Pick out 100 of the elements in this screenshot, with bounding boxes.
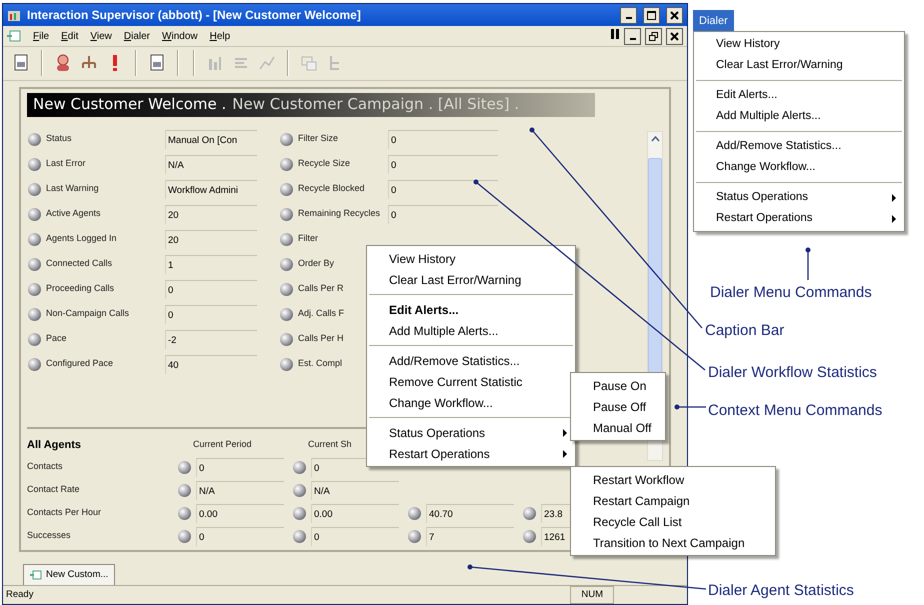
status-indicator-icon bbox=[279, 356, 294, 372]
menu-item[interactable]: View History bbox=[694, 34, 904, 55]
status-indicator-icon bbox=[27, 306, 42, 322]
callout-label: Dialer Agent Statistics bbox=[708, 581, 854, 601]
status-indicator-icon bbox=[279, 282, 294, 297]
stat-label: Connected Calls bbox=[46, 257, 114, 270]
status-indicator-icon bbox=[177, 460, 192, 475]
close-button[interactable] bbox=[666, 6, 683, 24]
menu-item[interactable]: Add/Remove Statistics... bbox=[367, 350, 575, 371]
status-indicator-icon bbox=[407, 506, 422, 521]
status-indicator-icon bbox=[27, 182, 42, 197]
stat-label: Proceeding Calls bbox=[46, 282, 116, 296]
row-label: Contact Rate bbox=[27, 483, 80, 496]
pause-icon[interactable] bbox=[610, 28, 620, 40]
status-indicator-icon bbox=[177, 482, 192, 498]
leader-line bbox=[674, 404, 706, 410]
stat-value: -2 bbox=[165, 330, 257, 349]
menu-item[interactable]: Pause Off bbox=[571, 396, 665, 417]
stat-label: Filter bbox=[298, 232, 319, 246]
stat-label: Filter Size bbox=[298, 132, 340, 146]
scroll-up-icon[interactable] bbox=[650, 136, 660, 142]
menu-item[interactable]: Window bbox=[162, 28, 198, 44]
menu-item[interactable]: File bbox=[33, 28, 50, 44]
minimize-button[interactable] bbox=[620, 6, 637, 24]
stat-label: Active Agents bbox=[46, 207, 102, 220]
stat-value: 20 bbox=[165, 230, 257, 249]
stat-value: 0 bbox=[165, 304, 257, 324]
row-label: Contacts Per Hour bbox=[27, 506, 102, 520]
menu-item[interactable]: Restart Workflow bbox=[571, 469, 775, 490]
submenu-arrow-icon bbox=[563, 450, 567, 458]
stat-value: 0 bbox=[311, 526, 399, 546]
menu-item[interactable]: Restart Operations bbox=[694, 208, 904, 229]
maximize-button[interactable] bbox=[643, 6, 660, 24]
stat-label: Calls Per R bbox=[298, 282, 345, 296]
stat-value: 0 bbox=[388, 180, 498, 199]
menu-item[interactable]: Add Multiple Alerts... bbox=[367, 320, 575, 341]
stat-value: N/A bbox=[311, 480, 399, 500]
callout-label: Dialer Workflow Statistics bbox=[708, 363, 877, 383]
restore-icon bbox=[649, 32, 658, 41]
document-tab[interactable]: New Custom... bbox=[23, 564, 116, 585]
close-button[interactable] bbox=[666, 28, 683, 45]
stat-label: Agents Logged In bbox=[46, 232, 118, 246]
menu-item[interactable]: Change Workflow... bbox=[694, 157, 904, 178]
submenu-arrow-icon bbox=[892, 214, 896, 222]
stat-label: Pace bbox=[46, 332, 68, 346]
stat-label: Order By bbox=[298, 257, 336, 270]
stat-label: Non-Campaign Calls bbox=[46, 307, 130, 320]
stat-value: 0 bbox=[388, 130, 498, 149]
menu-item[interactable]: Clear Last Error/Warning bbox=[367, 269, 575, 290]
column-header: Current Period bbox=[193, 439, 252, 450]
row-label: Contacts bbox=[27, 460, 63, 474]
stat-value: 40 bbox=[165, 354, 257, 374]
restore-button[interactable] bbox=[645, 28, 662, 45]
menu-item[interactable]: Clear Last Error/Warning bbox=[694, 55, 904, 76]
menu-item[interactable]: Status Operations bbox=[694, 187, 904, 208]
row-label: Successes bbox=[27, 529, 71, 542]
status-indicator-icon bbox=[27, 356, 42, 372]
minimize-icon bbox=[630, 38, 636, 40]
status-indicator-icon bbox=[27, 256, 42, 272]
stat-label: Remaining Recycles bbox=[298, 207, 382, 220]
callout-label: Context Menu Commands bbox=[708, 401, 882, 421]
status-indicator-icon bbox=[279, 332, 294, 347]
status-indicator-icon bbox=[279, 206, 294, 222]
status-indicator-icon bbox=[292, 482, 307, 498]
menu-item[interactable]: Edit bbox=[61, 28, 78, 44]
status-indicator-icon bbox=[27, 132, 42, 147]
status-indicator-icon bbox=[292, 460, 307, 475]
status-indicator-icon bbox=[279, 232, 294, 247]
menu-item[interactable]: Pause On bbox=[571, 375, 665, 396]
caption-title: New Customer Welcome . bbox=[33, 94, 226, 116]
stat-label: Calls Per H bbox=[298, 332, 345, 346]
status-indicator-icon bbox=[177, 506, 192, 521]
menu-item[interactable]: Help bbox=[210, 28, 230, 44]
status-indicator-icon bbox=[292, 528, 307, 544]
status-indicator-icon bbox=[27, 232, 42, 247]
menu-item[interactable]: Edit Alerts... bbox=[694, 85, 904, 106]
stat-value: 0 bbox=[165, 280, 257, 299]
stat-value: Workflow Admini bbox=[165, 180, 257, 199]
menu-item[interactable]: Manual Off bbox=[571, 417, 665, 438]
status-indicator-icon bbox=[27, 206, 42, 222]
stat-value: 1 bbox=[165, 254, 257, 274]
status-indicator-icon bbox=[279, 156, 294, 172]
menu-item[interactable]: Edit Alerts... bbox=[367, 299, 575, 320]
menu-item[interactable]: View History bbox=[367, 248, 575, 269]
menu-item[interactable]: Dialer bbox=[124, 28, 150, 44]
menu-item[interactable]: Add Multiple Alerts... bbox=[694, 106, 904, 127]
status-indicator-icon bbox=[279, 306, 294, 322]
status-indicator-icon bbox=[27, 156, 42, 172]
document-icon bbox=[30, 570, 42, 580]
menu-item[interactable]: View bbox=[90, 28, 112, 44]
minimize-button[interactable] bbox=[624, 28, 641, 45]
stat-value: 0 bbox=[388, 204, 498, 224]
status-indicator-icon bbox=[292, 506, 307, 521]
menu-item[interactable]: Add/Remove Statistics... bbox=[694, 136, 904, 157]
status-indicator-icon bbox=[279, 132, 294, 147]
status-indicator-icon bbox=[522, 506, 537, 521]
close-icon bbox=[670, 32, 679, 41]
menu-title[interactable]: Dialer bbox=[693, 10, 734, 31]
stat-label: Status bbox=[46, 132, 73, 146]
stat-label: Recycle Blocked bbox=[298, 182, 366, 196]
